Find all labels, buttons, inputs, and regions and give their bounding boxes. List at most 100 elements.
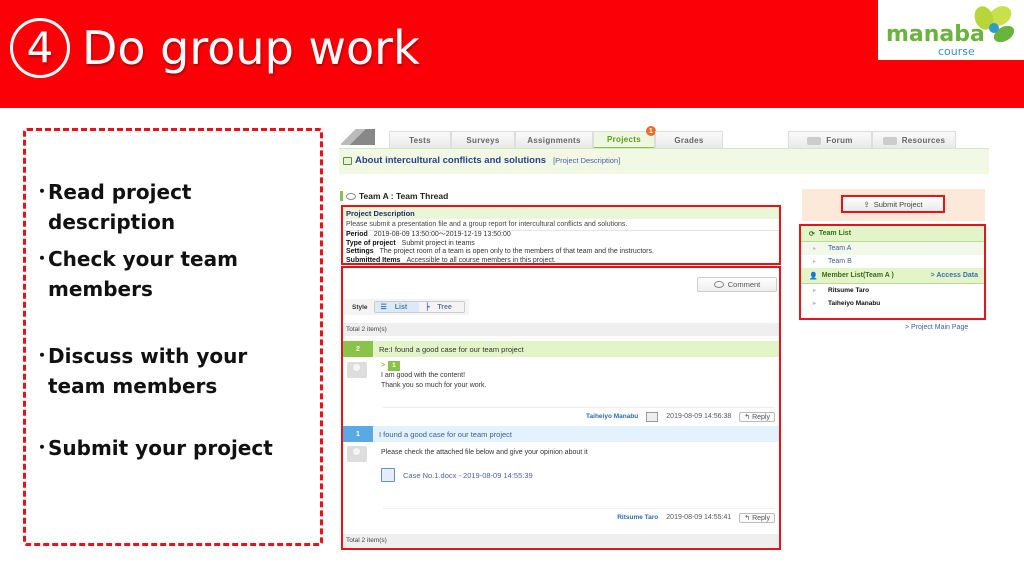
member-item[interactable]: ▸ Taiheiyo Manabu [801, 297, 984, 310]
submit-panel: ⇪ Submit Project [802, 189, 985, 221]
meta-value: The project room of a team is open only … [379, 248, 654, 255]
post-number: 2 [343, 341, 373, 357]
tab-label: Grades [674, 136, 704, 145]
post-footer: Ritsume Taro 2019-08-09 14:55:41 ↰ Reply [383, 508, 775, 523]
avatar [347, 446, 367, 462]
folder-icon [343, 156, 352, 165]
total-count: Total 2 item(s) [343, 534, 779, 547]
post-author[interactable]: Taiheiyo Manabu [586, 413, 638, 420]
calendar-icon [646, 411, 659, 422]
project-main-page-link[interactable]: > Project Main Page [905, 324, 968, 331]
member-item[interactable]: ▸ Ritsume Taro [801, 284, 984, 297]
meta-label: Type of project [346, 239, 396, 247]
total-count: Total 2 item(s) [343, 323, 779, 336]
reply-button[interactable]: ↰ Reply [739, 512, 775, 523]
course-title: About intercultural conflicts and soluti… [343, 155, 620, 166]
comment-button[interactable]: Comment [697, 277, 777, 292]
meta-row: Settings The project room of a team is op… [343, 248, 779, 257]
arrow-icon: ▸ [813, 259, 817, 265]
project-description-panel: Project Description Please submit a pres… [341, 205, 781, 265]
meta-label: Settings [346, 248, 374, 255]
access-data-link[interactable]: > Access Data [931, 272, 978, 279]
team-panel: ⟳ Team List ▸ Team A ▸ Team B 👤 Member Lis… [799, 224, 986, 320]
meta-row: Period 2019-08-09 13:50:00～2019-12-19 13:… [343, 231, 779, 240]
tab-grades[interactable]: Grades [655, 131, 723, 149]
view-style-toggle: Style ☰ List ┝ Tree [344, 299, 469, 315]
step-number-badge: 4 [10, 18, 70, 78]
home-tab[interactable] [341, 129, 375, 145]
description-text: Please submit a presentation file and a … [343, 219, 779, 231]
post-header[interactable]: 1 I found a good case for our team proje… [343, 426, 779, 442]
tab-label: Surveys [466, 136, 500, 145]
meta-label: Submitted Items [346, 256, 401, 264]
attachment-link[interactable]: Case No.1.docx - 2019-08-09 14:55:39 [381, 468, 533, 482]
arrow-icon: ▸ [813, 301, 817, 307]
reply-reference[interactable]: >1 [381, 361, 486, 371]
reply-ref-number: 1 [388, 361, 400, 371]
slide-title: 4 Do group work [10, 18, 420, 78]
step-text: Discuss with your team members [48, 344, 248, 398]
submit-label: Submit Project [873, 199, 923, 209]
post-header[interactable]: 2 Re:I found a good case for our team pr… [343, 341, 779, 357]
bullet: ・ [34, 438, 51, 457]
reply-label: Reply [752, 413, 770, 421]
style-tree-button[interactable]: ┝ Tree [419, 302, 464, 312]
post-author[interactable]: Ritsume Taro [617, 514, 658, 521]
step-text: Read project description [48, 180, 192, 234]
step-text: Check your team members [48, 247, 238, 301]
reply-button[interactable]: ↰ Reply [739, 411, 775, 422]
course-tab-bar: Tests Surveys Assignments Projects 1 Gra… [339, 126, 989, 149]
team-item[interactable]: ▸ Team A [801, 242, 984, 255]
manaba-logo: manaba course [878, 0, 1024, 60]
avatar [347, 362, 367, 378]
person-icon: 👤 [809, 272, 818, 280]
post-number: 1 [343, 426, 373, 442]
post-timestamp: 2019-08-09 14:56:38 [666, 413, 732, 420]
steps-box: ・ Read project description ・ Check your … [23, 128, 323, 546]
tab-projects[interactable]: Projects 1 [593, 126, 656, 149]
post-body: >1 I am good with the content! Thank you… [381, 361, 486, 391]
member-name: Taiheiyo Manabu [828, 300, 881, 307]
team-list-label: Team List [818, 230, 852, 237]
arrow-icon: ▸ [813, 246, 817, 252]
member-list-header: 👤 Member List(Team A ) > Access Data [801, 268, 984, 284]
team-list-header: ⟳ Team List [801, 226, 984, 242]
style-list-button[interactable]: ☰ List [374, 302, 420, 312]
tab-tests[interactable]: Tests [389, 131, 451, 149]
team-cycle-icon: ⟳ [809, 230, 815, 238]
thread-title: Team A : Team Thread [340, 191, 448, 201]
comment-label: Comment [727, 280, 761, 289]
meta-row: Submitted Items Accessible to all course … [343, 257, 779, 266]
style-label: Style [352, 303, 368, 311]
post-line: Thank you so much for your work. [381, 382, 487, 389]
team-item[interactable]: ▸ Team B [801, 255, 984, 268]
tab-assignments[interactable]: Assignments [515, 131, 593, 149]
step-item: ・ Discuss with your team members [34, 341, 298, 401]
thread-panel: Comment Style ☰ List ┝ Tree Total 2 item… [341, 266, 781, 550]
post-body: Please check the attached file below and… [381, 448, 588, 458]
thread-title-text: Team A : Team Thread [359, 191, 449, 201]
slide-title-text: Do group work [82, 21, 420, 75]
meta-value: Submit project in teams [401, 239, 475, 247]
style-segmented-control: ☰ List ┝ Tree [373, 301, 465, 313]
tab-surveys[interactable]: Surveys [451, 131, 515, 149]
book-icon [882, 136, 897, 145]
meta-label: Period [346, 231, 368, 238]
speech-bubble-icon [713, 281, 724, 288]
course-title-text: About intercultural conflicts and soluti… [355, 155, 547, 166]
tab-resources[interactable]: Resources [872, 131, 956, 149]
speech-bubble-icon [807, 136, 822, 145]
style-tree-label: Tree [437, 304, 452, 311]
step-item: ・ Read project description [34, 177, 308, 237]
member-list-label: Member List(Team A ) [821, 272, 894, 279]
team-name: Team B [828, 258, 852, 265]
step-text: Submit your project [48, 436, 273, 460]
tab-forum[interactable]: Forum [788, 131, 872, 149]
member-name: Ritsume Taro [828, 287, 870, 294]
tab-label: Projects [607, 135, 641, 144]
meta-value: 2019-08-09 13:50:00～2019-12-19 13:50:00 [373, 231, 511, 238]
course-header: About intercultural conflicts and soluti… [339, 148, 989, 174]
reply-label: Reply [752, 514, 770, 522]
tab-label: Tests [409, 136, 431, 145]
submit-project-button[interactable]: ⇪ Submit Project [841, 195, 945, 213]
